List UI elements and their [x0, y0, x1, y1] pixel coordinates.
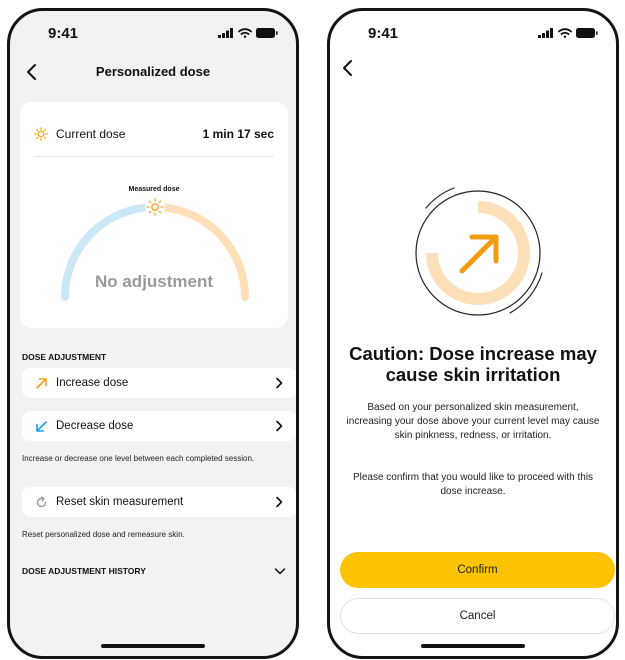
current-dose-card: Current dose 1 min 17 sec Measured dose …: [20, 102, 288, 328]
battery-icon: [256, 28, 278, 38]
chevron-right-icon: [275, 496, 283, 508]
status-time: 9:41: [48, 25, 79, 42]
dose-adjustment-hint: Increase or decrease one level between e…: [22, 454, 255, 463]
home-indicator: [101, 644, 205, 648]
chevron-right-icon: [275, 420, 283, 432]
dose-increase-caution-screen: 9:41 Caution: Dose increase may cause sk…: [327, 8, 619, 659]
cellular-signal-icon: [218, 28, 233, 38]
home-indicator: [421, 644, 525, 648]
battery-icon: [576, 28, 598, 38]
cancel-button[interactable]: Cancel: [340, 598, 615, 634]
dose-adjustment-history-toggle[interactable]: DOSE ADJUSTMENT HISTORY: [22, 562, 290, 580]
gauge-sun-marker: [145, 197, 165, 217]
arrow-up-right-icon: [34, 376, 48, 390]
reset-hint: Reset personalized dose and remeasure sk…: [22, 530, 185, 539]
decrease-dose-button[interactable]: Decrease dose: [22, 411, 296, 441]
cellular-signal-icon: [538, 28, 553, 38]
refresh-icon: [34, 495, 48, 509]
status-icons: [218, 28, 278, 38]
status-time: 9:41: [368, 25, 399, 42]
gauge-label: Measured dose: [128, 186, 180, 193]
arrow-down-left-icon: [34, 419, 48, 433]
decrease-dose-label: Decrease dose: [56, 420, 134, 432]
dose-gauge: [61, 197, 249, 301]
chevron-left-icon: [343, 60, 352, 76]
status-bar: 9:41: [330, 11, 616, 51]
increase-dose-button[interactable]: Increase dose: [22, 368, 296, 398]
wifi-icon: [558, 28, 572, 38]
current-dose-label: Current dose: [56, 127, 126, 141]
dose-increase-illustration: [415, 187, 543, 316]
status-bar: 9:41: [10, 11, 296, 51]
caution-title: Caution: Dose increase may cause skin ir…: [349, 343, 597, 385]
gauge-center-text: No adjustment: [94, 272, 214, 291]
reset-skin-measurement-button[interactable]: Reset skin measurement: [22, 487, 296, 517]
card-divider: [34, 156, 274, 157]
current-dose-value: 1 min 17 sec: [202, 127, 274, 141]
current-dose-row: Current dose 1 min 17 sec: [34, 126, 274, 142]
back-button[interactable]: [338, 57, 360, 79]
increase-dose-label: Increase dose: [56, 377, 129, 389]
chevron-down-icon: [274, 567, 286, 575]
reset-skin-measurement-label: Reset skin measurement: [56, 496, 184, 508]
personalized-dose-screen: 9:41 Personalized dose Current dose 1 mi…: [7, 8, 299, 659]
wifi-icon: [238, 28, 252, 38]
dose-adjustment-header: DOSE ADJUSTMENT: [22, 352, 107, 362]
status-icons: [538, 28, 598, 38]
sun-icon: [34, 127, 48, 141]
chevron-right-icon: [275, 377, 283, 389]
confirm-button[interactable]: Confirm: [340, 552, 615, 588]
confirm-prompt: Please confirm that you would like to pr…: [352, 472, 594, 497]
page-title: Personalized dose: [95, 64, 211, 79]
arrow-up-right-icon: [459, 234, 499, 274]
caution-body: Based on your personalized skin measurem…: [346, 402, 600, 441]
dose-adjustment-history-header: DOSE ADJUSTMENT HISTORY: [22, 566, 146, 576]
